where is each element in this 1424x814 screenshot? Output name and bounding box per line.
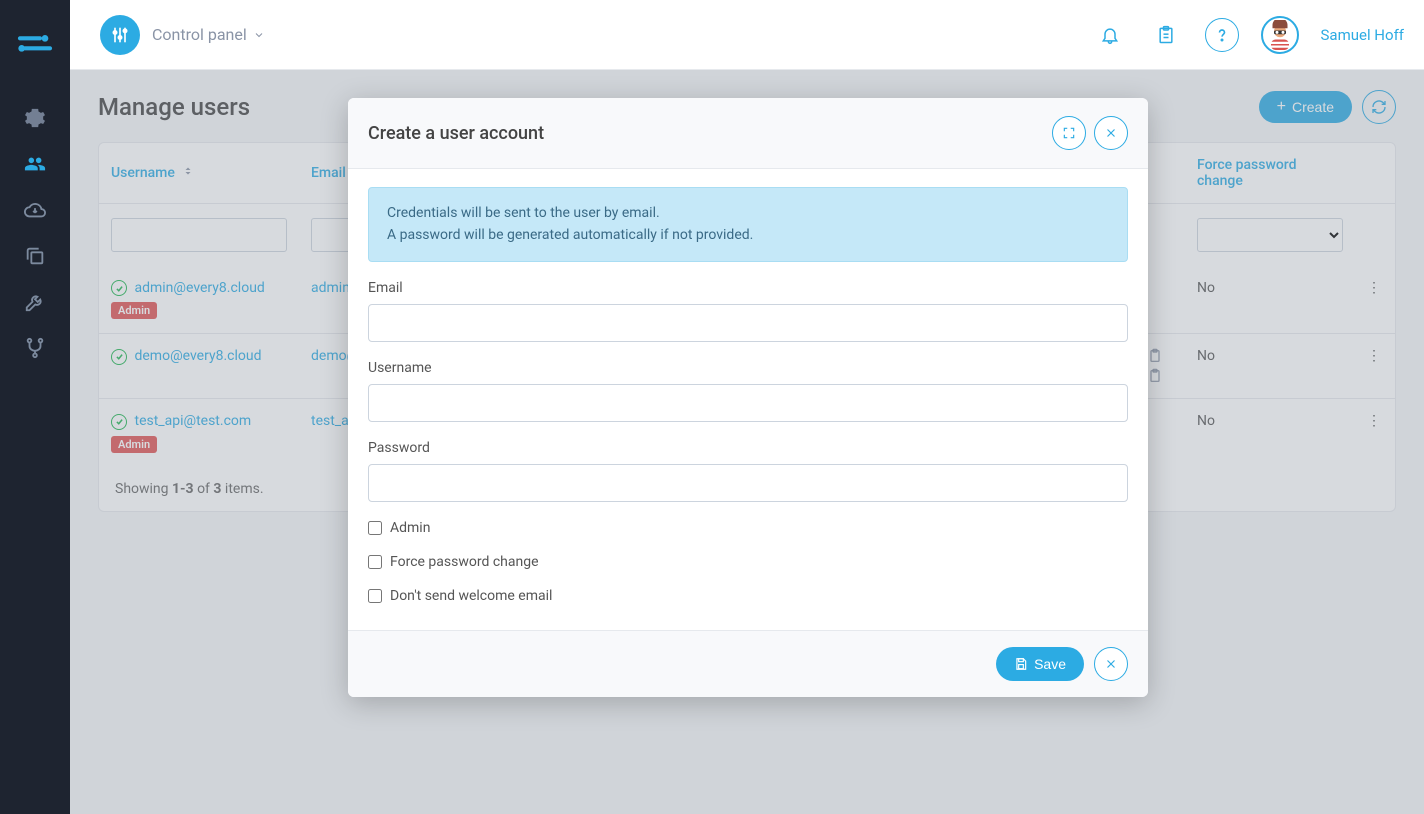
- admin-checkbox[interactable]: [368, 521, 382, 535]
- force-password-checkbox-row[interactable]: Force password change: [368, 554, 1128, 570]
- sidebar-item-tools[interactable]: [0, 279, 70, 325]
- topbar: Control panel Samuel Hoff: [70, 0, 1424, 70]
- section-label: Control panel: [152, 25, 247, 44]
- close-button[interactable]: [1094, 116, 1128, 150]
- save-button[interactable]: Save: [996, 647, 1084, 681]
- clipboard-icon[interactable]: [1149, 18, 1183, 52]
- username-label: Username: [368, 360, 1128, 376]
- admin-checkbox-row[interactable]: Admin: [368, 520, 1128, 536]
- sidebar-item-users[interactable]: [0, 141, 70, 187]
- app-logo-icon[interactable]: [15, 25, 55, 65]
- modal-title: Create a user account: [368, 123, 544, 144]
- cancel-button[interactable]: [1094, 647, 1128, 681]
- info-box: Credentials will be sent to the user by …: [368, 187, 1128, 262]
- sidebar-item-branch[interactable]: [0, 325, 70, 371]
- save-icon: [1014, 657, 1028, 671]
- sidebar-item-copy[interactable]: [0, 233, 70, 279]
- password-label: Password: [368, 440, 1128, 456]
- password-field[interactable]: [368, 464, 1128, 502]
- email-field[interactable]: [368, 304, 1128, 342]
- username-field[interactable]: [368, 384, 1128, 422]
- sidebar-item-download[interactable]: [0, 187, 70, 233]
- expand-button[interactable]: [1052, 116, 1086, 150]
- user-name-label[interactable]: Samuel Hoff: [1321, 26, 1405, 44]
- help-icon[interactable]: [1205, 18, 1239, 52]
- force-password-checkbox[interactable]: [368, 555, 382, 569]
- no-welcome-checkbox[interactable]: [368, 589, 382, 603]
- no-welcome-checkbox-row[interactable]: Don't send welcome email: [368, 588, 1128, 604]
- email-label: Email: [368, 280, 1128, 296]
- chevron-down-icon: [253, 29, 265, 41]
- section-dropdown[interactable]: Control panel: [152, 25, 265, 44]
- sidebar-item-settings[interactable]: [0, 95, 70, 141]
- sidebar: [0, 0, 70, 814]
- user-avatar[interactable]: [1261, 16, 1299, 54]
- create-user-modal: Create a user account Credentials will b…: [348, 98, 1148, 697]
- notifications-icon[interactable]: [1093, 18, 1127, 52]
- control-panel-icon[interactable]: [100, 15, 140, 55]
